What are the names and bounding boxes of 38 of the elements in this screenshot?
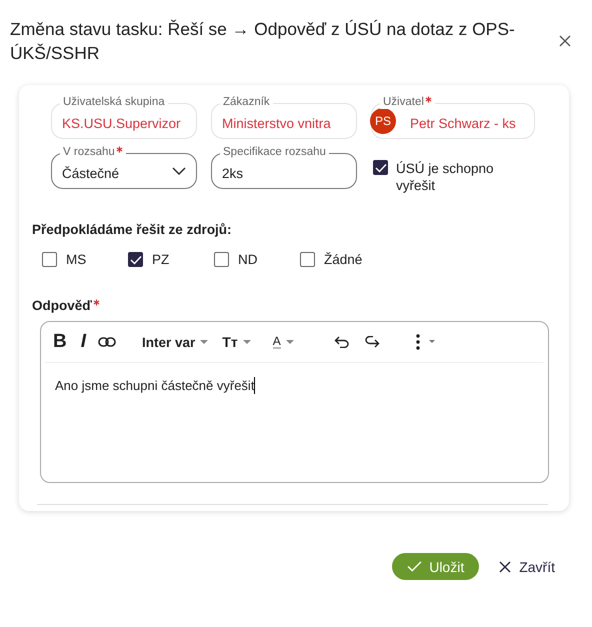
field-label: Specifikace rozsahu bbox=[223, 145, 326, 159]
close-icon[interactable] bbox=[559, 35, 571, 47]
field-label: Odpověď bbox=[32, 298, 92, 313]
avatar: PS bbox=[370, 108, 396, 134]
redo-icon[interactable] bbox=[364, 336, 380, 348]
font-size-dropdown[interactable]: Tт bbox=[222, 334, 251, 350]
close-icon bbox=[499, 560, 512, 572]
rich-text-editor[interactable]: B I Inter var Tт A Ano jsme schupni částečně vyřešit bbox=[40, 321, 549, 483]
chevron-down-icon bbox=[172, 167, 186, 175]
undo-icon[interactable] bbox=[334, 336, 350, 348]
editor-text: Ano jsme schupni částečně vyřešit bbox=[54, 376, 256, 396]
italic-button[interactable]: I bbox=[80, 331, 86, 353]
checkbox[interactable] bbox=[128, 252, 143, 267]
field-value: Částečné bbox=[62, 166, 120, 180]
dialog-title: Změna stavu tasku: Řeší se → Odpověď z ÚSÚ na dotaz z OPS-ÚKŠ/SSHR bbox=[10, 18, 516, 65]
close-button[interactable]: Zavřít bbox=[499, 558, 555, 574]
check-icon bbox=[407, 561, 422, 572]
bold-button[interactable]: B bbox=[53, 331, 67, 353]
field-value: Ministerstvo vnitra bbox=[222, 116, 331, 130]
checkbox-label: Žádné bbox=[324, 252, 362, 267]
field-value: Petr Schwarz - ks bbox=[410, 116, 516, 130]
checkbox-label: ÚSÚ je schopno vyřešit bbox=[396, 160, 495, 194]
link-icon[interactable] bbox=[98, 337, 116, 347]
checkbox[interactable] bbox=[214, 252, 229, 267]
more-icon[interactable] bbox=[414, 334, 436, 350]
checkbox[interactable] bbox=[42, 252, 57, 267]
text-color-dropdown[interactable]: A bbox=[272, 335, 294, 349]
field-value: 2ks bbox=[222, 166, 244, 180]
field-label: Zákazník bbox=[223, 95, 270, 109]
section-heading: Předpokládáme řešit ze zdrojů: bbox=[32, 222, 233, 237]
field-value: KS.USU.Supervizor bbox=[62, 116, 181, 130]
checkbox-label: PZ bbox=[152, 252, 170, 267]
field-label: Uživatelská skupina bbox=[63, 95, 165, 109]
checkbox[interactable] bbox=[300, 252, 315, 267]
checkbox-label: MS bbox=[66, 252, 86, 267]
font-dropdown[interactable]: Inter var bbox=[142, 334, 208, 350]
checkbox[interactable] bbox=[373, 160, 388, 175]
checkbox-label: ND bbox=[238, 252, 258, 267]
